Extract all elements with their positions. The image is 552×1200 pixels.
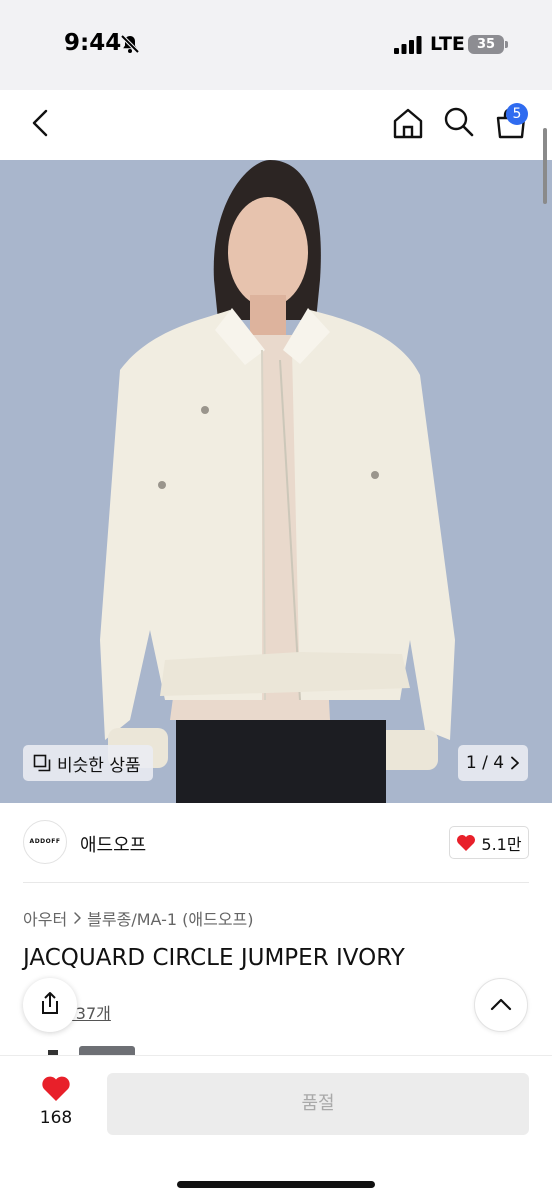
model-photo xyxy=(0,160,552,803)
top-nav xyxy=(0,90,552,160)
battery-icon: 35 xyxy=(468,35,504,54)
breadcrumb-item-outer[interactable]: 아우터 xyxy=(23,906,67,930)
sold-out-button[interactable]: 품절 xyxy=(107,1073,529,1135)
brand-logo[interactable]: ADDOFF xyxy=(23,820,67,864)
heart-icon xyxy=(457,834,476,851)
share-icon xyxy=(42,992,58,1014)
breadcrumb-item-category[interactable]: 블루종/MA-1 (애드오프) xyxy=(87,906,253,930)
pager-text: 1 / 4 xyxy=(465,753,505,773)
back-icon[interactable] xyxy=(26,108,54,138)
status-time: 9:44 xyxy=(64,30,122,56)
brand-like-button[interactable]: 5.1만 xyxy=(449,826,529,859)
battery-cap xyxy=(505,41,508,48)
home-indicator xyxy=(177,1181,375,1188)
network-label: LTE xyxy=(430,33,465,55)
scrollbar[interactable] xyxy=(543,128,547,204)
breadcrumb: 아우터 블루종/MA-1 (애드오프) xyxy=(23,906,254,930)
search-icon[interactable] xyxy=(443,106,475,138)
chevron-right-icon xyxy=(511,756,519,770)
bell-off-icon xyxy=(120,34,140,54)
product-image[interactable] xyxy=(0,160,552,803)
wish-count: 168 xyxy=(39,1108,73,1128)
scroll-top-button[interactable] xyxy=(474,978,528,1032)
brand-like-count: 5.1만 xyxy=(481,834,522,854)
cart-badge: 5 xyxy=(506,103,528,125)
chevron-up-icon xyxy=(490,998,512,1011)
product-title: JACQUARD CIRCLE JUMPER IVORY xyxy=(23,945,405,971)
status-bar: 9:44 LTE 35 xyxy=(0,0,552,90)
similar-icon xyxy=(33,754,51,772)
signal-icon xyxy=(394,36,422,54)
divider xyxy=(23,882,529,883)
home-icon[interactable] xyxy=(391,106,425,140)
brand-name[interactable]: 애드오프 xyxy=(80,831,146,857)
similar-products-button[interactable]: 비슷한 상품 xyxy=(23,745,153,781)
heart-icon[interactable] xyxy=(41,1075,71,1103)
image-pager[interactable]: 1 / 4 xyxy=(458,745,528,781)
share-button[interactable] xyxy=(23,978,77,1032)
similar-products-label: 비슷한 상품 xyxy=(57,755,141,776)
chevron-right-icon xyxy=(74,912,81,924)
